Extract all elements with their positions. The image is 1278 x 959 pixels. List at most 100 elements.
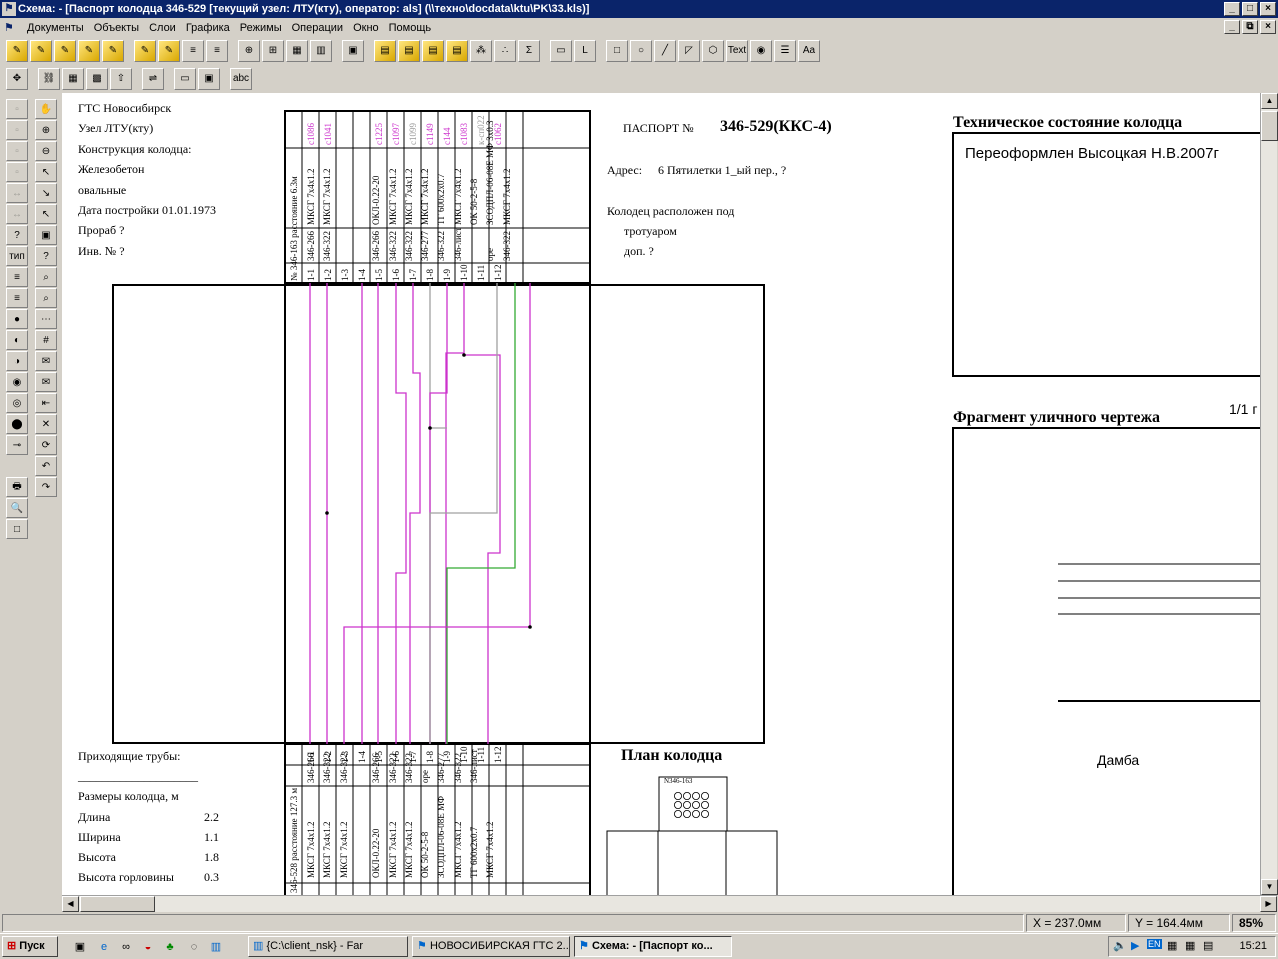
left-tool-leftbar_col1-6-icon[interactable]: ↔ xyxy=(6,204,28,224)
move-icon[interactable]: ✥ xyxy=(6,67,28,90)
left-tool-leftbar_col1-21-icon[interactable]: □ xyxy=(6,519,28,539)
left-tool-leftbar_col2-10-icon[interactable]: ⌕ xyxy=(35,288,57,308)
left-tool-leftbar_col2-11-icon[interactable]: ⋯ xyxy=(35,309,57,329)
menu-objects[interactable]: Объекты xyxy=(89,22,144,34)
scheme-1-icon[interactable]: ✎ xyxy=(6,39,28,62)
left-tool-leftbar_col1-16-icon[interactable]: ⬤ xyxy=(6,414,28,434)
minimize-button[interactable]: _ xyxy=(1224,2,1240,16)
left-tool-leftbar_col1-9-icon[interactable]: ≡ xyxy=(6,267,28,287)
left-tool-leftbar_col2-17-icon[interactable]: ⟳ xyxy=(35,435,57,455)
horizontal-scroll-thumb[interactable] xyxy=(80,896,155,912)
left-tool-leftbar_col2-1-icon[interactable]: ✋ xyxy=(35,99,57,119)
nodes-icon[interactable]: ∴ xyxy=(494,39,516,62)
left-tool-leftbar_col2-15-icon[interactable]: ⇤ xyxy=(35,393,57,413)
table-icon[interactable]: ▦ xyxy=(286,39,308,62)
left-tool-leftbar_col1-2-icon[interactable]: ▫ xyxy=(6,120,28,140)
line-style-icon[interactable]: ☰ xyxy=(774,39,796,62)
mdi-close-button[interactable]: × xyxy=(1260,20,1276,34)
quicklaunch-3-icon[interactable]: ∞ xyxy=(118,939,134,955)
network-icon[interactable]: ⁂ xyxy=(470,39,492,62)
horizontal-scrollbar[interactable]: ◀ ▶ xyxy=(62,895,1277,912)
line-icon[interactable]: ╱ xyxy=(654,39,676,62)
quicklaunch-7-icon[interactable]: ▥ xyxy=(208,939,224,955)
tray-app-2-icon[interactable]: ▦ xyxy=(1185,939,1195,952)
mdi-minimize-button[interactable]: _ xyxy=(1224,20,1240,34)
grid-icon[interactable]: ▦ xyxy=(62,67,84,90)
quicklaunch-4-icon[interactable]: ◒ xyxy=(140,939,156,955)
scheme-5-icon[interactable]: ✎ xyxy=(102,39,124,62)
media-icon[interactable]: ▶ xyxy=(1131,939,1139,952)
link-icon[interactable]: ⛓ xyxy=(38,67,60,90)
menu-operations[interactable]: Операции xyxy=(287,22,348,34)
scheme-7-icon[interactable]: ✎ xyxy=(158,39,180,62)
task-gts[interactable]: ⚑ НОВОСИБИРСКАЯ ГТС 2... xyxy=(412,936,570,957)
menu-graphics[interactable]: Графика xyxy=(181,22,235,34)
left-tool-leftbar_col1-13-icon[interactable]: ◑ xyxy=(6,351,28,371)
scroll-up-icon[interactable]: ▲ xyxy=(1261,93,1278,109)
menu-documents[interactable]: Документы xyxy=(22,22,89,34)
vertical-scrollbar[interactable]: ▲ ▼ xyxy=(1260,93,1278,895)
window-icon[interactable]: ▭ xyxy=(174,67,196,90)
color-icon[interactable]: ◉ xyxy=(750,39,772,62)
left-tool-leftbar_col1-15-icon[interactable]: ◎ xyxy=(6,393,28,413)
left-tool-leftbar_col1-3-icon[interactable]: ▫ xyxy=(6,141,28,161)
tray-app-1-icon[interactable]: ▦ xyxy=(1167,939,1177,952)
left-tool-leftbar_col1-4-icon[interactable]: ▫ xyxy=(6,162,28,182)
left-tool-leftbar_col2-7-icon[interactable]: ▣ xyxy=(35,225,57,245)
text-icon[interactable]: Text xyxy=(726,39,748,62)
left-tool-leftbar_col2-4-icon[interactable]: ↖ xyxy=(35,162,57,182)
disabled-1-icon[interactable]: ▭ xyxy=(550,39,572,62)
route-icon[interactable]: ⇌ xyxy=(142,67,164,90)
task-far[interactable]: ▥ {C:\client_nsk} - Far xyxy=(248,936,408,957)
scheme-9-icon[interactable]: ≡ xyxy=(206,39,228,62)
menu-window[interactable]: Окно xyxy=(348,22,384,34)
quicklaunch-6-icon[interactable]: ◌ xyxy=(186,939,202,955)
scheme-3-icon[interactable]: ✎ xyxy=(54,39,76,62)
left-tool-leftbar_col2-14-icon[interactable]: ✉ xyxy=(35,372,57,392)
layers-2-icon[interactable]: ▤ xyxy=(398,39,420,62)
polyline-icon[interactable]: ◸ xyxy=(678,39,700,62)
language-indicator[interactable]: EN xyxy=(1147,939,1162,949)
volume-icon[interactable]: 🔈 xyxy=(1113,939,1127,952)
left-tool-leftbar_col2-9-icon[interactable]: ⌕ xyxy=(35,267,57,287)
font-icon[interactable]: Aa xyxy=(798,39,820,62)
drawing-canvas[interactable]: ГТС Новосибирск Узел ЛТУ(кту) Конструкция … xyxy=(62,93,1260,895)
left-tool-leftbar_col1-14-icon[interactable]: ◉ xyxy=(6,372,28,392)
layers-4-icon[interactable]: ▤ xyxy=(446,39,468,62)
scroll-down-icon[interactable]: ▼ xyxy=(1261,879,1278,895)
left-tool-leftbar_col2-19-icon[interactable]: ↷ xyxy=(35,477,57,497)
close-button[interactable]: × xyxy=(1260,2,1276,16)
left-tool-leftbar_col1-20-icon[interactable]: 🔍 xyxy=(6,498,28,518)
start-button[interactable]: ⊞ Пуск xyxy=(2,936,58,957)
scroll-left-icon[interactable]: ◀ xyxy=(62,896,79,912)
menu-modes[interactable]: Режимы xyxy=(235,22,287,34)
left-tool-leftbar_col1-19-icon[interactable]: 🖶 xyxy=(6,477,28,497)
left-tool-leftbar_col2-3-icon[interactable]: ⊖ xyxy=(35,141,57,161)
snap-icon[interactable]: ▩ xyxy=(86,67,108,90)
upload-icon[interactable]: ⇧ xyxy=(110,67,132,90)
document-icon[interactable]: ⚑ xyxy=(4,21,18,35)
menu-layers[interactable]: Слои xyxy=(144,22,181,34)
menu-help[interactable]: Помощь xyxy=(384,22,437,34)
polygon-icon[interactable]: ⬡ xyxy=(702,39,724,62)
app-icon[interactable]: ⚑ xyxy=(2,2,16,16)
left-tool-leftbar_col2-8-icon[interactable]: ? xyxy=(35,246,57,266)
panel-icon[interactable]: ▣ xyxy=(198,67,220,90)
left-tool-leftbar_col2-18-icon[interactable]: ↶ xyxy=(35,456,57,476)
vertical-scroll-thumb[interactable] xyxy=(1261,111,1278,141)
left-tool-leftbar_col1-7-icon[interactable]: ? xyxy=(6,225,28,245)
sum-icon[interactable]: Σ xyxy=(518,39,540,62)
maximize-button[interactable]: □ xyxy=(1242,2,1258,16)
left-tool-leftbar_col2-12-icon[interactable]: # xyxy=(35,330,57,350)
left-tool-leftbar_col2-6-icon[interactable]: ↖ xyxy=(35,204,57,224)
scheme-8-icon[interactable]: ≡ xyxy=(182,39,204,62)
left-tool-leftbar_col1-17-icon[interactable]: ⊸ xyxy=(6,435,28,455)
save-icon[interactable]: ▣ xyxy=(342,39,364,62)
left-tool-leftbar_col1-10-icon[interactable]: ≡ xyxy=(6,288,28,308)
left-tool-leftbar_col2-16-icon[interactable]: ✕ xyxy=(35,414,57,434)
scroll-right-icon[interactable]: ▶ xyxy=(1260,896,1277,912)
rectangle-icon[interactable]: □ xyxy=(606,39,628,62)
left-tool-leftbar_col1-12-icon[interactable]: ◐ xyxy=(6,330,28,350)
left-tool-leftbar_col2-5-icon[interactable]: ↘ xyxy=(35,183,57,203)
mdi-restore-button[interactable]: ⧉ xyxy=(1242,20,1258,34)
